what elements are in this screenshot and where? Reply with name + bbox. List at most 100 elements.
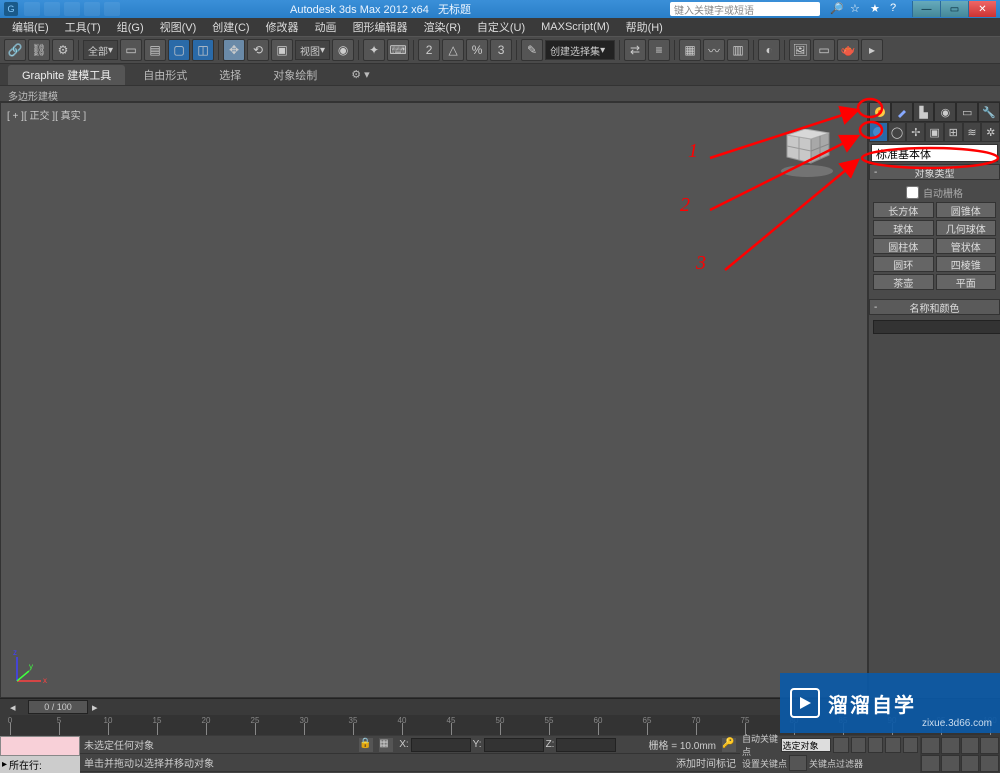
menu-customize[interactable]: 自定义(U) <box>471 19 531 35</box>
menu-group[interactable]: 组(G) <box>111 19 150 35</box>
zoom-all-icon[interactable] <box>980 737 999 754</box>
menu-rendering[interactable]: 渲染(R) <box>418 19 467 35</box>
select-object-icon[interactable]: ▭ <box>120 39 142 61</box>
ribbon-tab-selection[interactable]: 选择 <box>205 65 255 85</box>
tab-utilities[interactable]: 🔧 <box>978 102 1000 122</box>
menu-tools[interactable]: 工具(T) <box>59 19 107 35</box>
key-tangent-icon[interactable] <box>789 755 807 771</box>
ref-coord-dropdown[interactable]: 视图 ▾ <box>295 40 330 60</box>
tab-modify[interactable] <box>891 102 913 122</box>
help-icon[interactable]: ? <box>890 2 904 16</box>
maximize-viewport-icon[interactable] <box>961 755 980 772</box>
goto-end-icon[interactable] <box>903 737 918 753</box>
cat-geometry[interactable] <box>869 122 888 142</box>
btn-torus[interactable]: 圆环 <box>873 256 934 272</box>
z-input[interactable] <box>556 738 616 752</box>
btn-geosphere[interactable]: 几何球体 <box>936 220 997 236</box>
bind-icon[interactable]: ⚙ <box>52 39 74 61</box>
mirror-icon[interactable]: ⇄ <box>624 39 646 61</box>
select-name-icon[interactable]: ▤ <box>144 39 166 61</box>
ribbon-tab-paint[interactable]: 对象绘制 <box>259 65 331 85</box>
cat-spacewarps[interactable]: ≋ <box>963 122 982 142</box>
viewport-perspective[interactable]: [ + ][ 正交 ][ 真实 ] z x y <box>0 102 868 698</box>
play-icon[interactable] <box>868 737 883 753</box>
minimize-button[interactable]: — <box>912 1 940 17</box>
pivot-icon[interactable]: ◉ <box>332 39 354 61</box>
window-crossing-icon[interactable]: ◫ <box>192 39 214 61</box>
pan-icon[interactable] <box>921 737 940 754</box>
selection-filter-dropdown[interactable]: 全部 ▾ <box>83 40 118 60</box>
render-setup-icon[interactable]: 🖼 <box>789 39 811 61</box>
tab-motion[interactable]: ◉ <box>934 102 956 122</box>
select-rect-icon[interactable]: ▢ <box>168 39 190 61</box>
btn-tube[interactable]: 管状体 <box>936 238 997 254</box>
qat-undo-icon[interactable] <box>84 2 100 16</box>
isolate-icon[interactable]: 🔑 <box>722 738 736 752</box>
subscription-icon[interactable]: 🔎 <box>830 2 844 16</box>
rendered-frame-icon[interactable]: ▭ <box>813 39 835 61</box>
align-icon[interactable]: ≡ <box>648 39 670 61</box>
goto-start-icon[interactable] <box>833 737 848 753</box>
btn-cone[interactable]: 圆锥体 <box>936 202 997 218</box>
menu-animation[interactable]: 动画 <box>309 19 343 35</box>
tab-display[interactable]: ▭ <box>956 102 978 122</box>
orbit-icon[interactable] <box>941 755 960 772</box>
link-icon[interactable]: 🔗 <box>4 39 26 61</box>
schematic-icon[interactable]: ▥ <box>727 39 749 61</box>
render-icon[interactable]: 🫖 <box>837 39 859 61</box>
ribbon-tab-freeform[interactable]: 自由形式 <box>129 65 201 85</box>
qat-new-icon[interactable] <box>24 2 40 16</box>
qat-open-icon[interactable] <box>44 2 60 16</box>
ribbon-config-icon[interactable]: ⚙ ▾ <box>343 66 377 83</box>
close-button[interactable]: ✕ <box>968 1 996 17</box>
tab-create[interactable] <box>869 102 891 122</box>
cat-helpers[interactable]: ⊞ <box>944 122 963 142</box>
menu-edit[interactable]: 编辑(E) <box>6 19 55 35</box>
menu-maxscript[interactable]: MAXScript(M) <box>535 21 615 33</box>
tab-hierarchy[interactable]: ▙ <box>913 102 935 122</box>
unlink-icon[interactable]: ⛓ <box>28 39 50 61</box>
listener-output[interactable] <box>0 736 80 756</box>
lock-icon[interactable]: 🔒 <box>359 738 373 752</box>
btn-teapot[interactable]: 茶壶 <box>873 274 934 290</box>
cat-lights[interactable]: ✢ <box>906 122 925 142</box>
next-frame-icon[interactable] <box>885 737 900 753</box>
fov-icon[interactable] <box>961 737 980 754</box>
walk-icon[interactable] <box>980 755 999 772</box>
btn-sphere[interactable]: 球体 <box>873 220 934 236</box>
menu-graph-editors[interactable]: 图形编辑器 <box>347 19 414 35</box>
edit-named-sel-icon[interactable]: ✎ <box>521 39 543 61</box>
autogrid-checkbox[interactable] <box>906 186 919 199</box>
qat-save-icon[interactable] <box>64 2 80 16</box>
qat-redo-icon[interactable] <box>104 2 120 16</box>
sel-lock-icon[interactable]: ▦ <box>379 738 393 752</box>
primitive-type-dropdown[interactable]: 标准基本体 <box>871 144 998 162</box>
curve-editor-icon[interactable]: 〰 <box>703 39 725 61</box>
rollout-name-color[interactable]: -名称和颜色 <box>869 299 1000 315</box>
keyfilter-label[interactable]: 关键点过滤器 <box>809 757 863 770</box>
btn-box[interactable]: 长方体 <box>873 202 934 218</box>
y-input[interactable] <box>484 738 544 752</box>
cat-systems[interactable]: ✲ <box>981 122 1000 142</box>
prev-key-icon[interactable]: ◂ <box>10 701 24 714</box>
rollout-object-type[interactable]: -对象类型 <box>869 164 1000 180</box>
comm-icon[interactable]: ☆ <box>850 2 864 16</box>
add-time-tag[interactable]: 添加时间标记 <box>676 755 736 770</box>
maximize-button[interactable]: ▭ <box>940 1 968 17</box>
snap-percent-icon[interactable]: △ <box>442 39 464 61</box>
rotate-icon[interactable]: ⟲ <box>247 39 269 61</box>
next-key-icon[interactable]: ▸ <box>92 701 106 714</box>
named-selection-dropdown[interactable]: 创建选择集 ▾ <box>545 40 615 60</box>
object-name-input[interactable] <box>873 320 1000 334</box>
material-editor-icon[interactable]: ◐ <box>758 39 780 61</box>
manipulate-icon[interactable]: ✦ <box>363 39 385 61</box>
btn-pyramid[interactable]: 四棱锥 <box>936 256 997 272</box>
scale-icon[interactable]: ▣ <box>271 39 293 61</box>
setkey-label[interactable]: 设置关键点 <box>742 757 787 770</box>
btn-cylinder[interactable]: 圆柱体 <box>873 238 934 254</box>
app-icon[interactable]: G <box>4 2 18 16</box>
snap-spinner-icon[interactable]: % <box>466 39 488 61</box>
btn-plane[interactable]: 平面 <box>936 274 997 290</box>
fav-icon[interactable]: ★ <box>870 2 884 16</box>
snap-3d-icon[interactable]: 3 <box>490 39 512 61</box>
